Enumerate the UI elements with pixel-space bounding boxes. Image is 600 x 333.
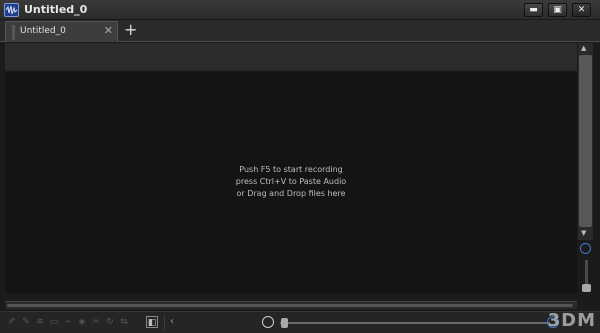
marker-tool-icon[interactable]: ◈ xyxy=(76,316,88,328)
tab-untitled-0[interactable]: Untitled_0 ✕ xyxy=(5,21,118,42)
pencil-tool-icon[interactable]: ✐ xyxy=(6,316,18,328)
equalizer-tool-icon[interactable]: ≋ xyxy=(34,316,46,328)
horizontal-scrollbar[interactable] xyxy=(5,301,577,309)
minimize-button[interactable]: ▬ xyxy=(524,3,543,17)
tab-bar: Untitled_0 ✕ + xyxy=(0,20,600,42)
scroll-down-icon[interactable]: ▼ xyxy=(581,229,586,237)
envelope-tool-icon[interactable]: ⌁ xyxy=(62,316,74,328)
app-waveform-icon xyxy=(4,3,19,17)
title-bar: Untitled_0 ▬ ▣ ✕ xyxy=(0,0,600,20)
cut-tool-icon[interactable]: ✂ xyxy=(90,316,102,328)
window-title: Untitled_0 xyxy=(24,3,88,16)
hint-line-3: or Drag and Drop files here xyxy=(236,189,346,198)
vertical-zoom-knob[interactable] xyxy=(582,284,591,292)
watermark-logo: 3DM xyxy=(547,310,596,331)
waveform-area[interactable]: Push F5 to start recording press Ctrl+V … xyxy=(5,72,577,293)
toolbar-divider xyxy=(164,315,165,330)
zoom-out-icon[interactable] xyxy=(262,316,274,328)
horizontal-scroll-thumb[interactable] xyxy=(7,304,573,307)
loop-tool-icon[interactable]: ↻ xyxy=(104,316,116,328)
view-mode-icon[interactable]: ◧ xyxy=(146,316,158,328)
tab-close-icon[interactable]: ✕ xyxy=(104,24,113,37)
vertical-scroll-thumb[interactable] xyxy=(579,55,592,227)
select-tool-icon[interactable]: ▭ xyxy=(48,316,60,328)
swap-tool-icon[interactable]: ⇆ xyxy=(118,316,130,328)
timeline-ruler[interactable] xyxy=(5,43,577,71)
hint-line-2: press Ctrl+V to Paste Audio xyxy=(235,177,347,186)
empty-hint: Push F5 to start recording press Ctrl+V … xyxy=(5,164,577,200)
new-tab-button[interactable]: + xyxy=(124,21,137,39)
scroll-up-icon[interactable]: ▲ xyxy=(581,44,586,52)
draw-tool-icon[interactable]: ✎ xyxy=(20,316,32,328)
horizontal-zoom-track[interactable] xyxy=(280,322,550,324)
restore-button[interactable]: ▣ xyxy=(548,3,567,17)
scroll-left-icon[interactable]: ‹ xyxy=(170,316,174,327)
tab-label: Untitled_0 xyxy=(20,26,66,36)
bottom-toolbar: ✐ ✎ ≋ ▭ ⌁ ◈ ✂ ↻ ⇆ ◧ ‹ xyxy=(0,311,600,333)
hint-line-1: Push F5 to start recording xyxy=(239,165,343,174)
close-button[interactable]: ✕ xyxy=(572,3,591,17)
tab-marker xyxy=(12,25,15,40)
vertical-scrollbar[interactable]: ▲ ▼ xyxy=(578,43,593,240)
vertical-zoom-icon[interactable] xyxy=(580,243,591,254)
horizontal-zoom-knob[interactable] xyxy=(281,318,288,328)
